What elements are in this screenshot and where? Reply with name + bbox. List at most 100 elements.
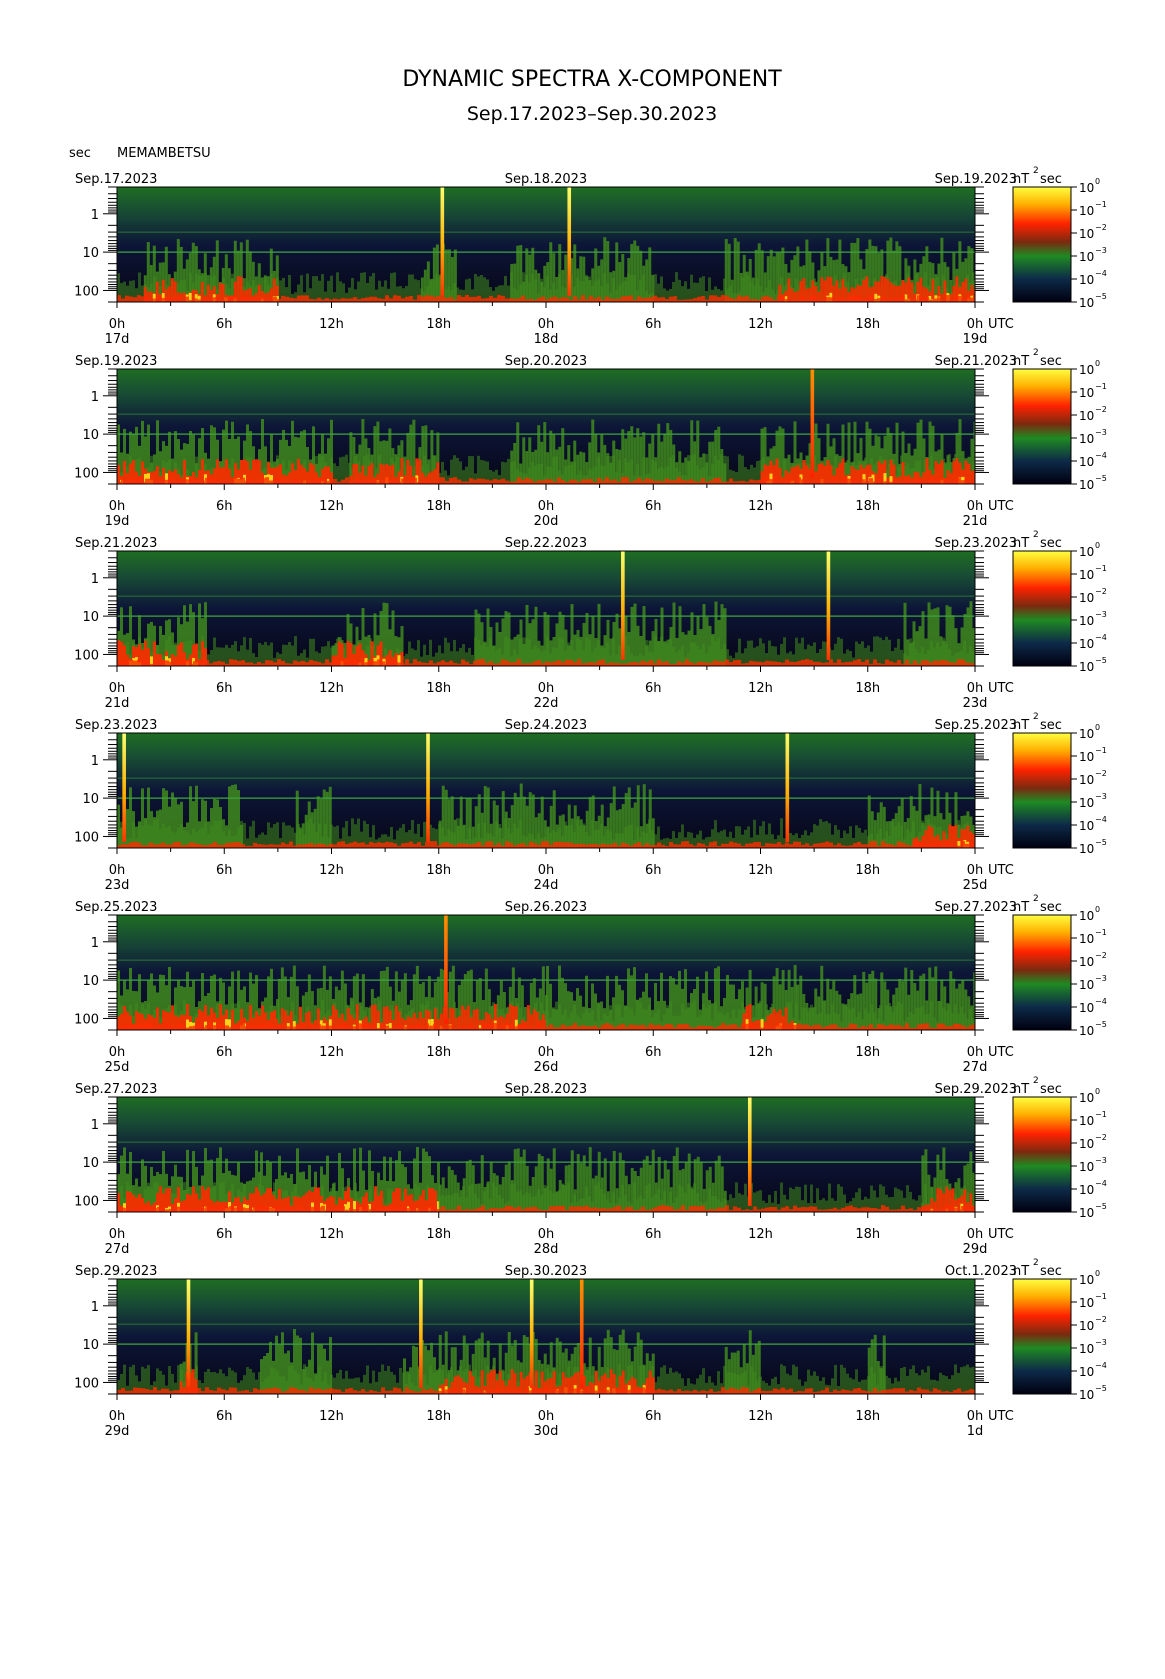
activity-streak bbox=[198, 603, 201, 666]
bottom-band bbox=[361, 298, 365, 302]
bottom-band bbox=[501, 1024, 505, 1030]
bottom-band bbox=[249, 662, 253, 666]
day-tick-label: 21d bbox=[105, 696, 130, 711]
activity-streak bbox=[558, 611, 562, 666]
bottom-band bbox=[385, 1025, 389, 1030]
panel-start-date: Sep.27.2023 bbox=[75, 1082, 157, 1097]
bottom-band bbox=[449, 660, 453, 666]
bottom-band bbox=[125, 1024, 129, 1030]
bottom-band bbox=[341, 1023, 345, 1030]
bottom-band bbox=[481, 298, 485, 302]
hour-tick-label: 18h bbox=[855, 317, 880, 332]
bottom-band bbox=[465, 295, 469, 302]
bottom-band bbox=[141, 660, 145, 666]
bottom-band bbox=[601, 1024, 605, 1030]
bottom-band bbox=[657, 297, 661, 302]
activity-streak bbox=[144, 818, 147, 848]
bottom-band bbox=[749, 660, 753, 666]
activity-streak bbox=[844, 1004, 848, 1030]
bottom-band bbox=[561, 662, 565, 666]
bottom-band bbox=[449, 1024, 453, 1030]
activity-streak bbox=[129, 606, 132, 666]
bottom-band bbox=[277, 659, 281, 666]
y-tick-label: 100 bbox=[74, 466, 99, 481]
activity-streak bbox=[633, 437, 637, 484]
bottom-band bbox=[969, 1025, 973, 1030]
bottom-band bbox=[137, 477, 141, 484]
colorbar-tick-exponent: −2 bbox=[1095, 951, 1107, 960]
panel-start-date: Sep.19.2023 bbox=[75, 354, 157, 369]
bottom-band bbox=[361, 480, 365, 484]
activity-streak bbox=[952, 978, 956, 1030]
bottom-band bbox=[641, 298, 645, 302]
bottom-band bbox=[465, 843, 469, 848]
colorbar-unit-exponent: 2 bbox=[1033, 166, 1039, 176]
activity-streak bbox=[591, 983, 594, 1030]
panel-end-date: Sep.21.2023 bbox=[935, 354, 1017, 369]
activity-streak bbox=[213, 637, 216, 666]
activity-streak bbox=[748, 258, 752, 302]
bottom-band bbox=[661, 662, 665, 666]
activity-streak bbox=[621, 804, 625, 848]
panels: Sep.17.2023 Sep.18.2023 Sep.19.20231101000… bbox=[74, 166, 1107, 1439]
activity-streak bbox=[702, 993, 705, 1030]
bottom-band bbox=[621, 296, 625, 302]
bottom-band bbox=[157, 296, 161, 302]
hot-streak bbox=[826, 460, 830, 484]
bottom-band bbox=[225, 1025, 229, 1030]
bottom-band bbox=[781, 844, 785, 848]
hour-tick-label: 12h bbox=[319, 681, 344, 696]
bottom-band bbox=[145, 478, 149, 484]
bottom-band bbox=[589, 295, 593, 302]
bottom-band bbox=[885, 843, 889, 848]
bottom-band bbox=[881, 296, 885, 302]
activity-streak bbox=[597, 815, 601, 848]
bottom-band bbox=[329, 478, 333, 484]
activity-streak bbox=[325, 791, 329, 848]
hour-tick-label: 6h bbox=[216, 863, 233, 878]
bottom-band bbox=[321, 844, 325, 848]
activity-streak bbox=[618, 262, 622, 302]
bottom-band bbox=[769, 479, 773, 484]
activity-streak bbox=[826, 978, 830, 1030]
panel-end-date: Sep.25.2023 bbox=[935, 718, 1017, 733]
bottom-band bbox=[941, 479, 945, 484]
bottom-band bbox=[537, 660, 541, 666]
colorbar-tick-base: 10 bbox=[1079, 909, 1094, 923]
activity-streak bbox=[510, 264, 514, 302]
bottom-band bbox=[697, 842, 701, 848]
activity-streak bbox=[651, 433, 655, 484]
bottom-band bbox=[365, 844, 369, 848]
bottom-band bbox=[117, 295, 121, 302]
bottom-band bbox=[621, 1023, 625, 1030]
activity-streak bbox=[615, 975, 618, 1030]
bottom-band bbox=[389, 298, 393, 302]
bottom-band bbox=[897, 841, 901, 848]
bottom-band bbox=[141, 296, 145, 302]
activity-streak bbox=[588, 442, 592, 484]
activity-streak bbox=[447, 249, 451, 302]
bottom-band bbox=[937, 841, 941, 848]
spectra-panel: Sep.19.2023 Sep.20.2023 Sep.21.20231101000… bbox=[74, 348, 1107, 529]
bottom-band bbox=[141, 1025, 145, 1030]
bottom-band bbox=[561, 1024, 565, 1030]
bottom-band bbox=[133, 297, 137, 302]
bottom-band bbox=[593, 1025, 597, 1030]
bottom-band bbox=[701, 662, 705, 666]
activity-streak bbox=[573, 805, 577, 848]
bottom-band bbox=[329, 1025, 333, 1030]
hour-tick-label: 0h bbox=[109, 681, 126, 696]
hour-tick-label: 6h bbox=[645, 863, 662, 878]
bottom-band bbox=[813, 295, 817, 302]
bottom-band bbox=[293, 478, 297, 484]
activity-streak bbox=[203, 253, 207, 302]
activity-streak bbox=[733, 237, 737, 302]
bottom-band bbox=[885, 298, 889, 302]
activity-streak bbox=[531, 794, 535, 848]
activity-streak bbox=[552, 434, 556, 484]
bottom-band bbox=[677, 844, 681, 848]
y-tick-label: 1 bbox=[91, 390, 99, 405]
activity-streak bbox=[474, 806, 478, 848]
bottom-band bbox=[177, 1024, 181, 1030]
activity-streak bbox=[678, 606, 682, 666]
